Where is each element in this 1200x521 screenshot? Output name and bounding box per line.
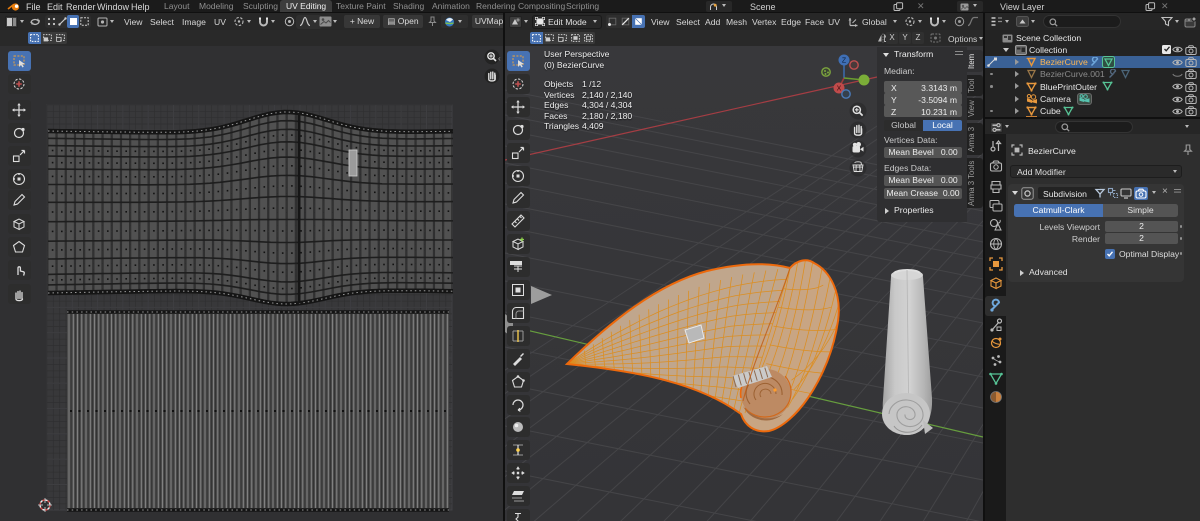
svg-text:X: X [837, 86, 842, 93]
svg-text:Z: Z [842, 58, 847, 65]
